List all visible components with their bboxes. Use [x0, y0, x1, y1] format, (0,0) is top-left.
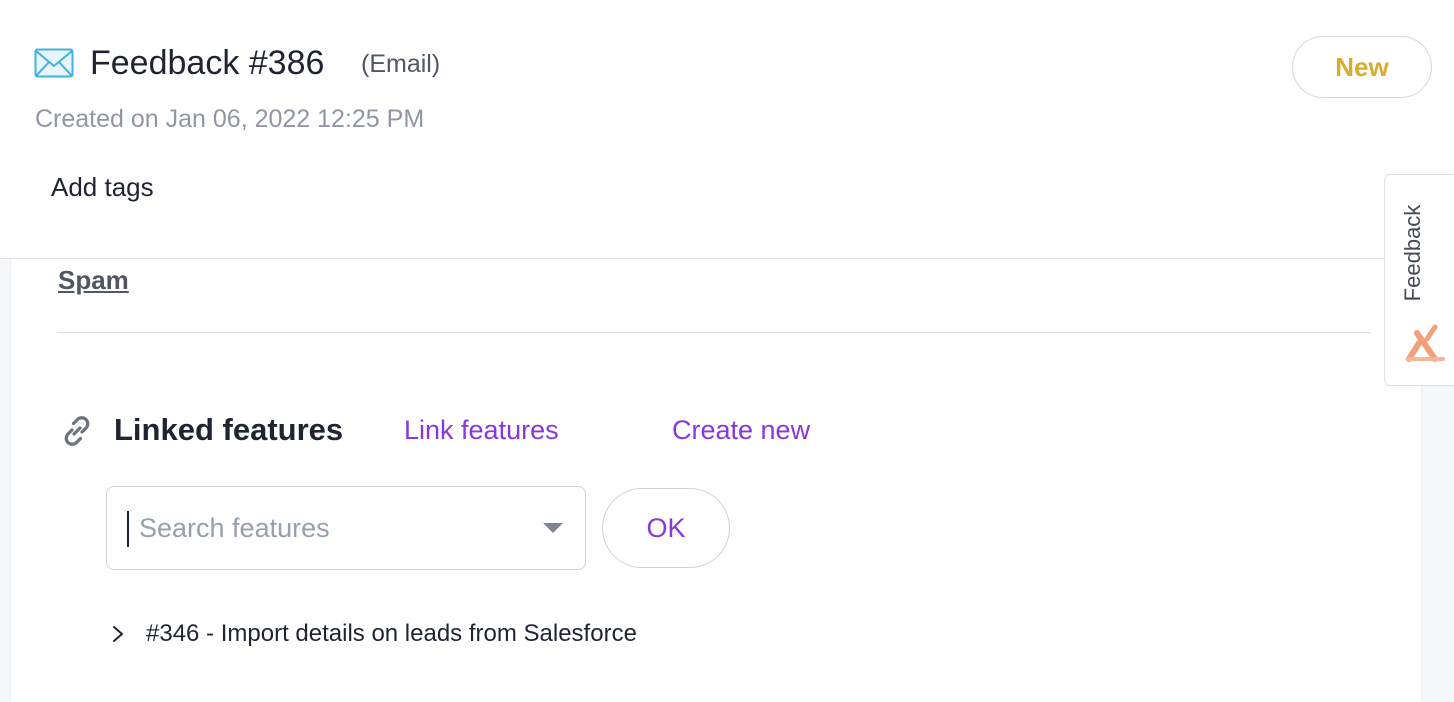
feedback-detail-page: Feedback #386 (Email) Created on Jan 06,…	[0, 0, 1454, 702]
feedback-logo-icon	[1406, 324, 1445, 362]
created-timestamp: Created on Jan 06, 2022 12:25 PM	[35, 105, 425, 133]
source-label: (Email)	[361, 50, 441, 78]
caret-down-icon[interactable]	[543, 523, 563, 533]
feedback-side-tab[interactable]: Feedback	[1384, 174, 1454, 386]
linked-feature-label: #346 - Import details on leads from Sale…	[146, 620, 637, 647]
section-divider	[58, 332, 1371, 333]
linked-features-heading: Linked features	[114, 412, 344, 447]
feedback-tab-label: Feedback	[1400, 204, 1425, 302]
page-title: Feedback #386	[90, 44, 325, 82]
link-icon	[64, 416, 90, 446]
create-new-button[interactable]: Create new	[672, 413, 810, 447]
search-features-input[interactable]	[127, 505, 539, 551]
ok-button[interactable]: OK	[602, 488, 730, 568]
envelope-icon	[34, 48, 74, 78]
chevron-right-icon[interactable]	[108, 624, 128, 644]
feedback-header: Feedback #386 (Email) Created on Jan 06,…	[0, 0, 1454, 259]
add-tags-button[interactable]: Add tags	[51, 172, 154, 202]
link-features-button[interactable]: Link features	[404, 413, 559, 447]
search-features-dropdown[interactable]	[106, 486, 586, 570]
spam-link[interactable]: Spam	[58, 264, 129, 296]
status-badge[interactable]: New	[1292, 36, 1432, 98]
